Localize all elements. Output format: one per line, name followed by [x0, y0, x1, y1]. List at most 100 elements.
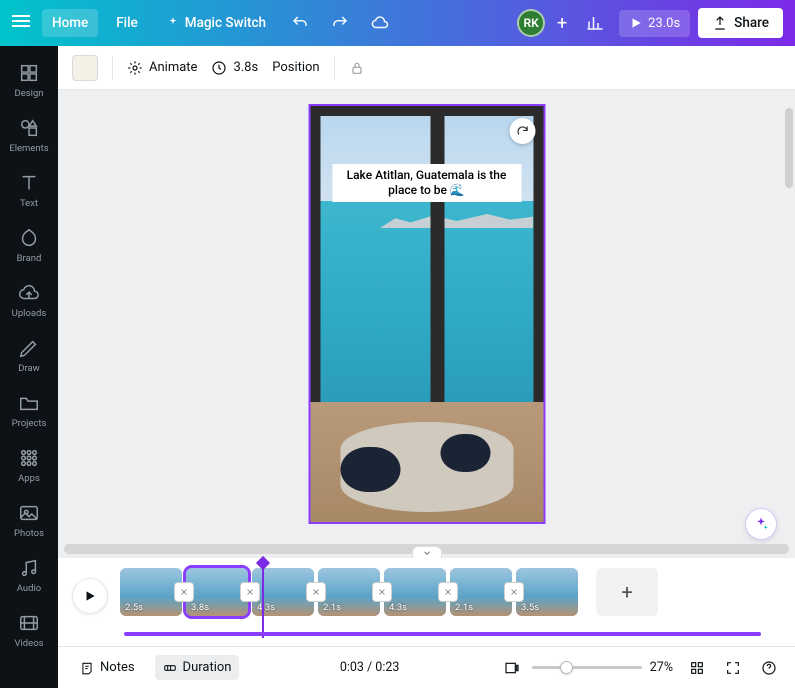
canvas-viewport[interactable]: Lake Atitlan, Guatemala is the place to … — [58, 90, 795, 558]
transition-button[interactable] — [438, 582, 458, 602]
zoom-percent[interactable]: 27% — [650, 660, 673, 675]
transition-icon — [178, 586, 190, 598]
vertical-scroll-thumb[interactable] — [785, 108, 793, 188]
editor-area: Animate 3.8s Position — [58, 46, 795, 688]
main-row: Design Elements Text Brand Uploads Draw … — [0, 46, 795, 688]
timeline-clip[interactable]: 4.3s — [384, 568, 446, 616]
sidebar-label: Audio — [17, 583, 41, 594]
fullscreen-icon[interactable] — [721, 656, 745, 680]
bottom-bar: Notes Duration 0:03 / 0:23 27% — [58, 646, 795, 688]
lock-button[interactable] — [349, 60, 365, 76]
top-bar: Home File Magic Switch RK + 23.0s Share — [0, 0, 795, 46]
preview-play-button[interactable]: 23.0s — [619, 10, 690, 37]
timeline-clip[interactable]: 3.8s — [186, 568, 248, 616]
timeline-icon — [163, 661, 177, 675]
sparkle-icon — [753, 516, 769, 532]
duration-view-label: Duration — [183, 660, 232, 675]
transition-icon — [310, 586, 322, 598]
zoom-slider[interactable] — [532, 666, 642, 669]
file-link[interactable]: File — [106, 9, 148, 37]
text-caption[interactable]: Lake Atitlan, Guatemala is the place to … — [332, 164, 521, 202]
transition-icon — [442, 586, 454, 598]
sidebar-item-videos[interactable]: Videos — [0, 604, 58, 657]
analytics-icon[interactable] — [579, 7, 611, 39]
magic-switch-button[interactable]: Magic Switch — [156, 9, 276, 37]
sidebar-item-uploads[interactable]: Uploads — [0, 274, 58, 327]
audio-track-line[interactable] — [124, 632, 761, 636]
bg-pouf — [340, 447, 400, 492]
sidebar-label: Videos — [14, 638, 43, 649]
clip-duration: 2.1s — [323, 602, 341, 613]
animate-icon — [127, 60, 143, 76]
sidebar-item-projects[interactable]: Projects — [0, 384, 58, 437]
transition-button[interactable] — [174, 582, 194, 602]
sidebar-item-design[interactable]: Design — [0, 54, 58, 107]
sidebar-label: Projects — [12, 418, 47, 429]
play-icon — [629, 16, 643, 30]
sidebar-label: Draw — [18, 363, 40, 374]
transition-button[interactable] — [372, 582, 392, 602]
undo-icon[interactable] — [284, 7, 316, 39]
window-frame — [310, 106, 543, 116]
design-canvas[interactable]: Lake Atitlan, Guatemala is the place to … — [308, 104, 545, 524]
timeline-clip[interactable]: 2.1s — [450, 568, 512, 616]
transition-button[interactable] — [240, 582, 260, 602]
left-sidebar: Design Elements Text Brand Uploads Draw … — [0, 46, 58, 688]
sidebar-label: Brand — [17, 253, 42, 264]
zoom-slider-thumb[interactable] — [560, 661, 573, 674]
sidebar-label: Uploads — [12, 308, 47, 319]
divider — [334, 56, 335, 80]
timeline-play-button[interactable] — [72, 578, 108, 614]
preview-duration: 23.0s — [648, 16, 680, 31]
animate-label: Animate — [149, 60, 197, 75]
add-page-button[interactable]: + — [596, 568, 658, 616]
notes-label: Notes — [100, 660, 135, 675]
animate-button[interactable]: Animate — [127, 60, 197, 76]
rotate-icon — [515, 124, 529, 138]
view-mode-icon[interactable] — [500, 656, 524, 680]
clip-duration: 3.5s — [521, 602, 539, 613]
sidebar-item-brand[interactable]: Brand — [0, 219, 58, 272]
playhead[interactable] — [262, 562, 264, 638]
transition-button[interactable] — [504, 582, 524, 602]
canvas-content: Lake Atitlan, Guatemala is the place to … — [310, 106, 543, 522]
timeline-clip[interactable]: 3.5s — [516, 568, 578, 616]
share-button[interactable]: Share — [698, 8, 783, 38]
sidebar-label: Apps — [18, 473, 40, 484]
timeline-collapse-handle[interactable] — [412, 546, 442, 558]
sparkle-icon — [166, 16, 180, 30]
sidebar-item-elements[interactable]: Elements — [0, 109, 58, 162]
add-member-button[interactable]: + — [553, 14, 571, 32]
window-frame — [533, 106, 543, 402]
sidebar-item-audio[interactable]: Audio — [0, 549, 58, 602]
magic-assist-button[interactable] — [745, 508, 777, 540]
window-frame — [310, 106, 320, 402]
sidebar-item-text[interactable]: Text — [0, 164, 58, 217]
lock-icon — [349, 60, 365, 76]
redo-icon[interactable] — [324, 7, 356, 39]
bg-pouf — [440, 434, 490, 472]
avatar[interactable]: RK — [517, 9, 545, 37]
duration-view-button[interactable]: Duration — [155, 655, 240, 680]
sidebar-item-draw[interactable]: Draw — [0, 329, 58, 382]
background-color-swatch[interactable] — [72, 55, 98, 81]
divider — [112, 56, 113, 80]
position-button[interactable]: Position — [272, 60, 319, 75]
sidebar-item-photos[interactable]: Photos — [0, 494, 58, 547]
notes-button[interactable]: Notes — [72, 655, 143, 680]
vertical-scrollbar[interactable] — [783, 90, 793, 540]
timeline-clip[interactable]: 2.5s — [120, 568, 182, 616]
home-link[interactable]: Home — [42, 9, 98, 37]
transition-button[interactable] — [306, 582, 326, 602]
sidebar-label: Photos — [14, 528, 44, 539]
menu-icon[interactable] — [12, 12, 34, 34]
duration-button[interactable]: 3.8s — [211, 60, 258, 76]
rotate-handle[interactable] — [509, 118, 535, 144]
share-label: Share — [734, 15, 769, 31]
timeline-clip[interactable]: 2.1s — [318, 568, 380, 616]
grid-view-icon[interactable] — [685, 656, 709, 680]
help-icon[interactable] — [757, 656, 781, 680]
clip-duration: 2.1s — [455, 602, 473, 613]
sidebar-item-apps[interactable]: Apps — [0, 439, 58, 492]
cloud-sync-icon[interactable] — [364, 7, 396, 39]
